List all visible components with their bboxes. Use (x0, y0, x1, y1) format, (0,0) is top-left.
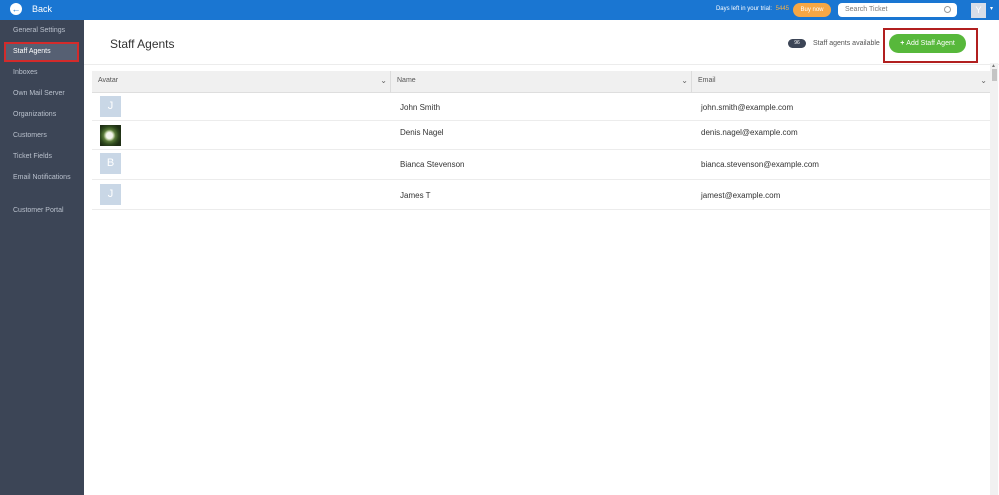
back-label: Back (32, 4, 53, 14)
trial-text: Days left in your trial: (715, 6, 772, 12)
column-header-name[interactable]: Name ⌄ (391, 71, 692, 93)
page-title: Staff Agents (110, 37, 175, 51)
sidebar-item-organizations[interactable]: Organizations (13, 111, 56, 118)
trial-days: 5445 (775, 6, 789, 12)
chevron-down-icon[interactable]: ⌄ (380, 71, 387, 91)
sidebar-item-ticket-fields[interactable]: Ticket Fields (13, 153, 52, 160)
column-header-name-label: Name (397, 77, 416, 84)
vertical-scrollbar[interactable]: ▲ (990, 63, 998, 495)
table-row[interactable]: J James T jamest@example.com (92, 180, 990, 210)
agent-name: James T (400, 191, 431, 200)
agent-email: john.smith@example.com (701, 103, 794, 112)
agent-name: Bianca Stevenson (400, 160, 465, 169)
sidebar-item-inboxes[interactable]: Inboxes (13, 69, 38, 76)
column-header-email[interactable]: Email ⌄ (692, 71, 990, 93)
sidebar-item-customer-portal[interactable]: Customer Portal (13, 207, 64, 214)
agent-email: bianca.stevenson@example.com (701, 160, 819, 169)
header-divider (84, 64, 999, 65)
trial-info: Days left in your trial: 5445 (716, 6, 789, 12)
back-arrow-icon: ← (10, 3, 22, 15)
table-row[interactable]: J John Smith john.smith@example.com (92, 93, 990, 121)
avatar: B (100, 153, 121, 174)
agent-name: John Smith (400, 103, 441, 112)
table-row[interactable]: Denis Nagel denis.nagel@example.com (92, 121, 990, 150)
avatar: J (100, 184, 121, 205)
user-avatar[interactable]: Y (971, 3, 986, 18)
agents-count-badge: 96 (788, 39, 806, 48)
chevron-down-icon[interactable]: ⌄ (681, 71, 688, 91)
sidebar-item-customers[interactable]: Customers (13, 132, 47, 139)
staff-agents-table: Avatar ⌄ Name ⌄ Email ⌄ J John Smith joh… (92, 71, 990, 210)
table-row[interactable]: B Bianca Stevenson bianca.stevenson@exam… (92, 150, 990, 180)
back-button[interactable]: ← Back (10, 3, 52, 15)
scrollbar-thumb[interactable] (992, 69, 997, 81)
search-icon (944, 6, 951, 13)
sidebar-item-own-mail-server[interactable]: Own Mail Server (13, 90, 65, 97)
table-header: Avatar ⌄ Name ⌄ Email ⌄ (92, 71, 990, 93)
column-header-email-label: Email (698, 77, 716, 84)
search-placeholder: Search Ticket (845, 6, 888, 13)
chevron-down-icon[interactable]: ▾ (990, 5, 993, 12)
chevron-down-icon[interactable]: ⌄ (980, 71, 987, 91)
add-staff-agent-button[interactable]: + Add Staff Agent (889, 34, 966, 53)
agents-available-label: Staff agents available (813, 40, 880, 47)
agent-email: jamest@example.com (701, 191, 781, 200)
avatar: J (100, 96, 121, 117)
agent-name: Denis Nagel (400, 128, 444, 137)
sidebar-item-email-notifications[interactable]: Email Notifications (13, 174, 71, 181)
sidebar-item-staff-agents[interactable]: Staff Agents (13, 48, 51, 55)
top-bar: ← Back Days left in your trial: 5445 Buy… (0, 0, 999, 20)
column-header-avatar-label: Avatar (98, 77, 119, 84)
add-staff-agent-label: Add Staff Agent (906, 40, 955, 47)
agent-email: denis.nagel@example.com (701, 128, 798, 137)
column-header-avatar[interactable]: Avatar ⌄ (92, 71, 391, 93)
avatar (100, 125, 121, 146)
sidebar-item-general-settings[interactable]: General Settings (13, 27, 65, 34)
search-input[interactable]: Search Ticket (838, 3, 957, 17)
buy-now-button[interactable]: Buy now (793, 3, 831, 17)
sidebar: General Settings Staff Agents Inboxes Ow… (0, 20, 84, 495)
plus-icon: + (900, 40, 905, 47)
main-content: Staff Agents 96 Staff agents available +… (84, 20, 999, 495)
